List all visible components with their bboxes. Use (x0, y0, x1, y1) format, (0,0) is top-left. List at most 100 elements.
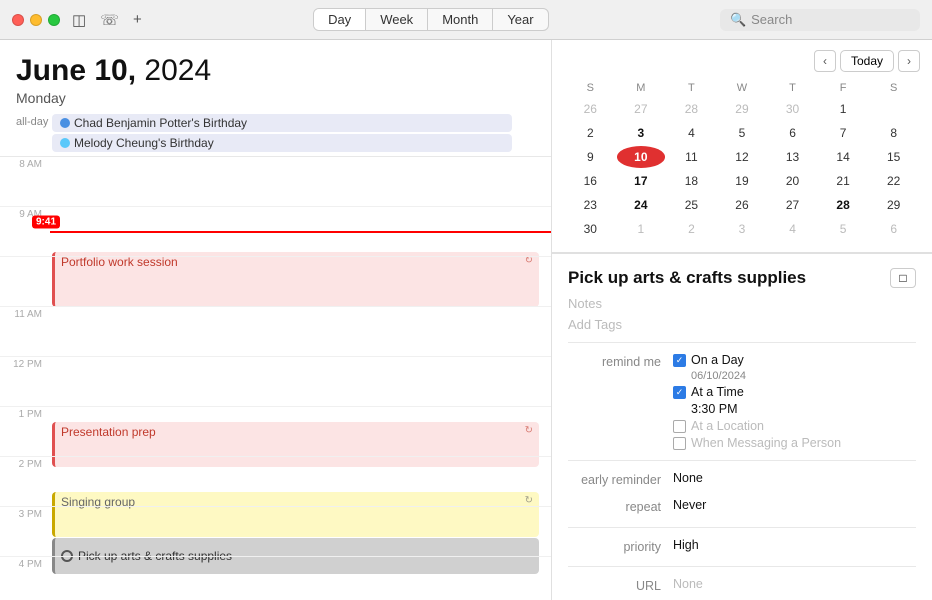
remind-me-row: remind me ✓ On a Day 06/10/2024 ✓ At a T… (568, 349, 916, 454)
mini-calendar-grid: S M T W T F S 26 27 28 29 30 (564, 78, 920, 242)
search-icon: 🔍 (730, 12, 746, 28)
view-day-button[interactable]: Day (314, 9, 366, 30)
mini-cal-day[interactable] (869, 98, 918, 120)
mini-cal-day[interactable]: 16 (566, 170, 615, 192)
event-notes-field[interactable]: Notes (568, 296, 916, 311)
maximize-button[interactable] (48, 14, 60, 26)
window-icons: ◫ ☏ + (72, 11, 142, 29)
next-month-button[interactable]: › (898, 50, 920, 72)
sidebar-icon[interactable]: ◫ (72, 11, 86, 29)
mini-cal-day[interactable]: 2 (667, 218, 716, 240)
inbox-icon[interactable]: ☏ (100, 11, 119, 29)
time-row-1pm: 1 PM (0, 407, 551, 457)
today-button[interactable]: Today (840, 50, 894, 72)
mini-cal-day[interactable]: 19 (718, 170, 767, 192)
mini-cal-day[interactable]: 30 (768, 98, 817, 120)
allday-event-title-0: Chad Benjamin Potter's Birthday (74, 116, 247, 130)
mini-cal-day[interactable]: 21 (819, 170, 868, 192)
note-icon-button[interactable]: □ (890, 268, 916, 288)
mini-cal-day[interactable]: 13 (768, 146, 817, 168)
mini-cal-day[interactable]: 23 (566, 194, 615, 216)
mini-calendar: ‹ Today › S M T W T F S (552, 40, 932, 253)
mini-cal-day[interactable]: 18 (667, 170, 716, 192)
allday-events: Chad Benjamin Potter's Birthday Melody C… (52, 114, 551, 152)
mini-cal-day[interactable]: 30 (566, 218, 615, 240)
event-tags-field[interactable]: Add Tags (568, 317, 916, 332)
mini-cal-day[interactable]: 4 (667, 122, 716, 144)
event-detail-panel: Pick up arts & crafts supplies □ Notes A… (552, 253, 932, 600)
traffic-lights (12, 14, 60, 26)
mini-cal-week-5: 23 24 25 26 27 28 29 (566, 194, 918, 216)
mini-cal-day[interactable]: 15 (869, 146, 918, 168)
time-label-4pm: 4 PM (0, 557, 50, 600)
mini-cal-day[interactable]: 8 (869, 122, 918, 144)
checkbox-at-location[interactable] (673, 420, 686, 433)
view-year-button[interactable]: Year (493, 9, 547, 30)
detail-divider-1 (568, 342, 916, 343)
time-label-10am (0, 257, 50, 306)
priority-value: High (673, 538, 916, 552)
mini-cal-day[interactable]: 26 (718, 194, 767, 216)
mini-cal-day[interactable]: 17 (617, 170, 666, 192)
mini-cal-day[interactable]: 14 (819, 146, 868, 168)
mini-cal-day[interactable]: 29 (869, 194, 918, 216)
mini-cal-day[interactable]: 5 (718, 122, 767, 144)
mini-cal-day[interactable]: 27 (617, 98, 666, 120)
mini-cal-day[interactable]: 2 (566, 122, 615, 144)
mini-cal-day[interactable]: 7 (819, 122, 868, 144)
close-button[interactable] (12, 14, 24, 26)
event-detail-header: Pick up arts & crafts supplies □ (568, 268, 916, 288)
url-label: URL (568, 577, 673, 596)
allday-event-1[interactable]: Melody Cheung's Birthday (52, 134, 512, 152)
checkbox-when-messaging[interactable] (673, 437, 686, 450)
remind-on-day-date: 06/10/2024 (691, 370, 916, 382)
time-label-8am: 8 AM (0, 157, 50, 206)
checkbox-at-time[interactable]: ✓ (673, 386, 686, 399)
mini-cal-day[interactable]: 1 (819, 98, 868, 120)
mini-cal-day[interactable]: 20 (768, 170, 817, 192)
minimize-button[interactable] (30, 14, 42, 26)
repeat-row: repeat Never (568, 494, 916, 521)
allday-section: all-day Chad Benjamin Potter's Birthday … (0, 110, 551, 157)
url-value[interactable]: None (673, 577, 916, 591)
mini-cal-day[interactable]: 27 (768, 194, 817, 216)
search-bar[interactable]: 🔍 Search (720, 9, 920, 31)
mini-cal-day[interactable]: 3 (718, 218, 767, 240)
add-icon[interactable]: + (133, 11, 142, 29)
mini-cal-day[interactable]: 6 (869, 218, 918, 240)
mini-cal-day[interactable]: 25 (667, 194, 716, 216)
view-week-button[interactable]: Week (366, 9, 428, 30)
mini-cal-day[interactable]: 29 (718, 98, 767, 120)
mini-cal-day[interactable]: 28 (819, 194, 868, 216)
prev-month-button[interactable]: ‹ (814, 50, 836, 72)
col-sat: S (869, 80, 918, 96)
mini-cal-day[interactable]: 3 (617, 122, 666, 144)
mini-cal-day[interactable]: 1 (617, 218, 666, 240)
repeat-label: repeat (568, 498, 673, 517)
mini-cal-day[interactable]: 12 (718, 146, 767, 168)
view-month-button[interactable]: Month (428, 9, 493, 30)
checkbox-on-day[interactable]: ✓ (673, 354, 686, 367)
mini-cal-day[interactable]: 6 (768, 122, 817, 144)
remind-when-messaging: When Messaging a Person (673, 436, 916, 450)
early-reminder-label: early reminder (568, 471, 673, 490)
mini-cal-days-header: S M T W T F S (566, 80, 918, 96)
mini-cal-day[interactable]: 11 (667, 146, 716, 168)
mini-cal-day[interactable]: 22 (869, 170, 918, 192)
mini-cal-day[interactable]: 9 (566, 146, 615, 168)
main-content: June 10, 2024 Monday all-day Chad Benjam… (0, 40, 932, 600)
repeat-value: Never (673, 498, 916, 512)
mini-cal-day-today[interactable]: 10 (617, 146, 666, 168)
mini-cal-day[interactable]: 5 (819, 218, 868, 240)
remind-when-messaging-label: When Messaging a Person (691, 436, 841, 450)
mini-cal-day[interactable]: 24 (617, 194, 666, 216)
mini-cal-day[interactable]: 28 (667, 98, 716, 120)
current-time-line (50, 231, 551, 233)
remind-at-time: ✓ At a Time (673, 385, 916, 399)
remind-on-day: ✓ On a Day (673, 353, 916, 367)
mini-cal-day[interactable]: 4 (768, 218, 817, 240)
allday-event-0[interactable]: Chad Benjamin Potter's Birthday (52, 114, 512, 132)
event-dot-cyan (60, 138, 70, 148)
mini-cal-day[interactable]: 26 (566, 98, 615, 120)
mini-cal-header: ‹ Today › (564, 50, 920, 72)
